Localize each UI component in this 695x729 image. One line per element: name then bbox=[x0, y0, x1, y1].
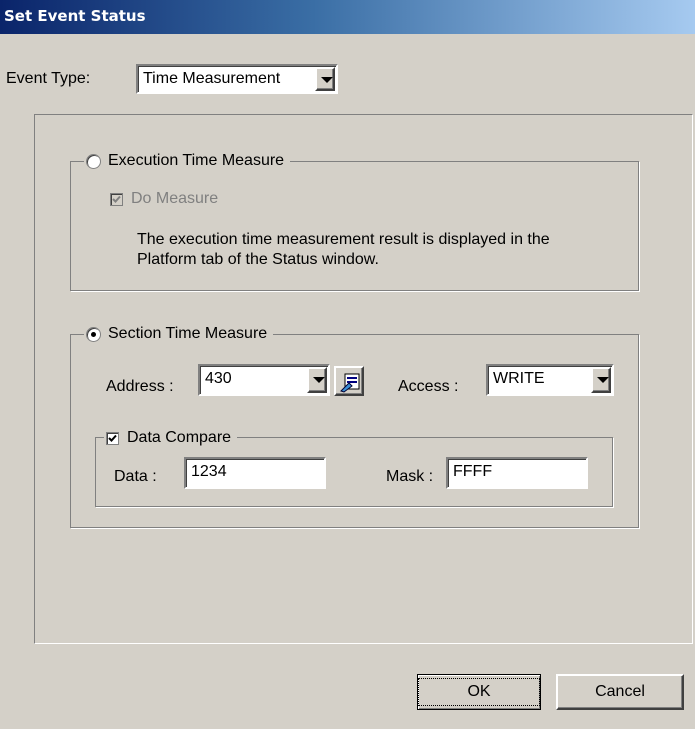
cancel-button[interactable]: Cancel bbox=[556, 674, 684, 710]
ok-button[interactable]: OK bbox=[417, 674, 541, 710]
access-label: Access : bbox=[398, 378, 459, 395]
execution-time-label: Execution Time Measure bbox=[108, 152, 285, 169]
do-measure-check bbox=[110, 192, 123, 206]
mask-value: FFFF bbox=[453, 463, 493, 480]
ok-button-label: OK bbox=[418, 678, 540, 706]
event-type-select[interactable]: Time Measurement bbox=[136, 64, 338, 94]
data-compare-label: Data Compare bbox=[127, 429, 232, 446]
address-value: 430 bbox=[205, 370, 232, 387]
section-radio-button[interactable] bbox=[86, 326, 101, 342]
data-compare-check[interactable] bbox=[106, 431, 119, 445]
chevron-down-icon bbox=[313, 377, 325, 383]
cancel-button-label: Cancel bbox=[595, 683, 645, 700]
mask-input[interactable]: FFFF bbox=[446, 457, 588, 489]
execution-description: The execution time measurement result is… bbox=[137, 230, 550, 270]
event-type-dropdown-button[interactable] bbox=[315, 67, 335, 91]
execution-time-group bbox=[70, 161, 639, 291]
access-value: WRITE bbox=[493, 370, 545, 387]
address-dropdown-button[interactable] bbox=[307, 367, 327, 393]
data-input[interactable]: 1234 bbox=[184, 457, 326, 489]
chevron-down-icon bbox=[597, 377, 609, 383]
access-dropdown-button[interactable] bbox=[591, 367, 611, 393]
do-measure-checkbox: Do Measure bbox=[110, 190, 218, 208]
event-type-label: Event Type: bbox=[6, 70, 91, 87]
address-label: Address : bbox=[106, 378, 174, 395]
data-compare-checkbox[interactable]: Data Compare bbox=[104, 428, 238, 448]
title-bar: Set Event Status bbox=[0, 0, 695, 34]
window-title: Set Event Status bbox=[4, 7, 146, 25]
do-measure-label: Do Measure bbox=[131, 190, 219, 207]
section-time-radio[interactable]: Section Time Measure bbox=[84, 324, 274, 344]
execution-radio-button[interactable] bbox=[86, 153, 101, 169]
execution-time-radio[interactable]: Execution Time Measure bbox=[84, 151, 291, 171]
data-label: Data : bbox=[114, 468, 157, 485]
event-type-value: Time Measurement bbox=[143, 70, 281, 87]
address-combobox[interactable]: 430 bbox=[198, 364, 330, 396]
symbol-browse-icon bbox=[340, 373, 360, 393]
access-select[interactable]: WRITE bbox=[486, 364, 614, 396]
execution-description-line1: The execution time measurement result is… bbox=[137, 231, 550, 248]
execution-description-line2: Platform tab of the Status window. bbox=[137, 251, 379, 268]
mask-label: Mask : bbox=[386, 468, 434, 485]
chevron-down-icon bbox=[321, 77, 333, 83]
symbol-browse-button[interactable] bbox=[334, 366, 364, 396]
data-value: 1234 bbox=[191, 463, 227, 480]
section-time-label: Section Time Measure bbox=[108, 325, 268, 342]
